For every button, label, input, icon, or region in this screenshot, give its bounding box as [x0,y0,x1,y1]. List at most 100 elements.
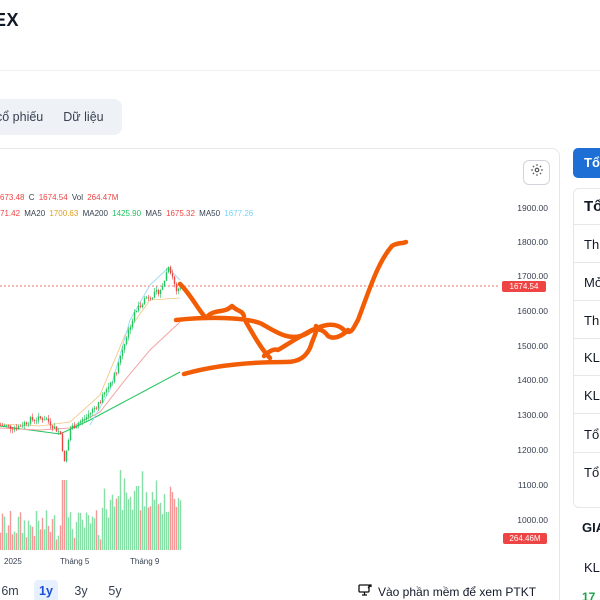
volume-bar [67,517,70,550]
divider [573,413,600,414]
candle [107,386,110,390]
divider [573,300,600,301]
overview-button[interactable]: Tổ [573,148,600,178]
price-chart[interactable] [0,150,500,560]
period-5y[interactable]: 5y [103,580,127,600]
candle [25,422,28,425]
info-row: KL [584,350,600,365]
candle [91,409,94,413]
candle [43,419,46,421]
candle [137,305,140,311]
candle [47,418,50,422]
candle [15,428,18,430]
period-6m[interactable]: 6m [0,580,20,600]
analysis-link-label: Vào phần mềm để xem PTKT [378,584,537,599]
candle [125,337,128,345]
volume-bar [5,532,8,550]
candle [75,426,78,429]
volume-bar [55,539,58,550]
candle [41,418,44,421]
ma10-line [89,267,181,426]
tab-data[interactable]: Dữ liệu [53,99,113,135]
divider [573,375,600,376]
ma20-line [0,297,181,427]
candle [171,273,174,277]
candle [11,428,14,430]
volume-bar [147,507,150,550]
volume-bar [95,510,98,550]
candle [67,440,70,451]
volume-bar [103,488,106,550]
candle [169,267,172,274]
volume-bar [25,537,28,550]
x-tick: Tháng 5 [60,557,90,566]
right-section-title: GIA [582,520,600,535]
volume-bar [37,520,40,550]
volume-bar [35,510,38,550]
volume-bar [71,529,74,550]
candle [105,389,108,393]
candle [59,431,62,434]
divider [573,338,600,339]
gear-icon [530,163,544,182]
candle [161,286,164,290]
period-3y[interactable]: 3y [69,580,93,600]
candle [9,425,12,429]
open-analysis-link[interactable]: Vào phần mềm để xem PTKT [358,584,536,599]
volume-bar [65,480,68,550]
divider [573,452,600,453]
volume-bar [59,525,62,550]
candle [151,297,154,299]
candle [173,276,176,284]
green-value: 17 [582,590,596,600]
candle [155,290,158,292]
y-tick: 1500.00 [517,341,548,351]
candle [109,382,112,387]
volume-bar [101,507,104,550]
candle [147,297,150,299]
period-1y[interactable]: 1y [34,580,58,600]
volume-bar [99,539,102,550]
y-tick: 1200.00 [517,445,548,455]
volume-bar [0,532,2,550]
volume-bar [143,506,146,550]
volume-bar [163,494,166,550]
candle [149,298,152,300]
header-divider [0,70,600,71]
tab-stock[interactable]: cổ phiếu [0,99,53,135]
volume-bar [179,500,182,550]
tab-bar: cổ phiếu Dữ liệu [0,99,122,135]
candle [49,421,52,426]
volume-bar [117,496,120,550]
volume-bar [63,480,66,550]
volume-bar [107,517,110,550]
candle [3,425,6,426]
volume-bar [43,529,46,550]
right-panel-header: Tổ [584,198,600,215]
candle [119,356,122,363]
candle [85,416,88,420]
volume-bar [141,471,144,550]
volume-bar [177,498,180,550]
candle [89,412,92,415]
candle [141,304,144,308]
y-tick: 1700.00 [517,271,548,281]
volume-bar [53,515,56,550]
candle [29,417,32,424]
chart-settings-button[interactable] [523,160,550,185]
volume-bar [169,486,172,550]
volume-bar [131,509,134,550]
candle [129,327,132,330]
volume-bar [157,504,160,550]
volume-bar [45,510,48,550]
y-tick: 1600.00 [517,306,548,316]
volume-bar [125,492,128,550]
candle [103,392,106,395]
volume-bar [47,525,50,550]
volume-bar [171,492,174,550]
candle [35,420,38,422]
candle [163,280,166,287]
current-price-tag: 1674.54 [502,281,546,292]
candle [153,291,156,298]
candle [101,394,104,403]
